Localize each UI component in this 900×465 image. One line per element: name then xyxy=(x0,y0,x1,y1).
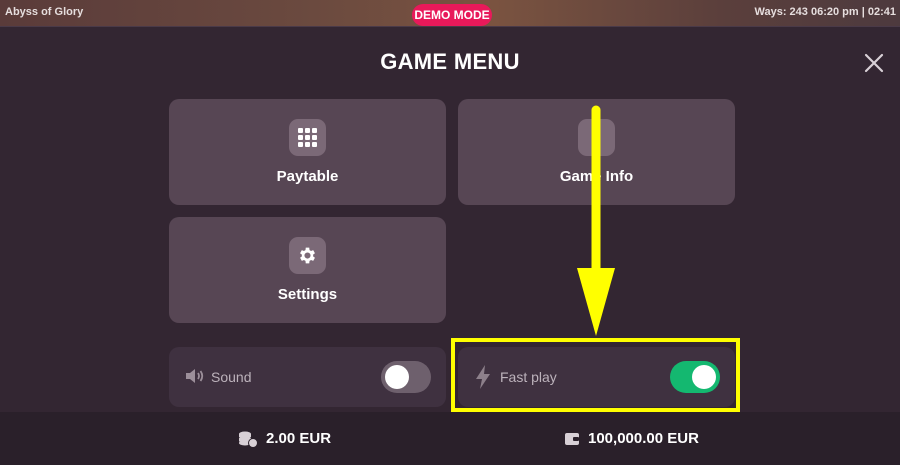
annotation-arrow xyxy=(577,105,615,336)
